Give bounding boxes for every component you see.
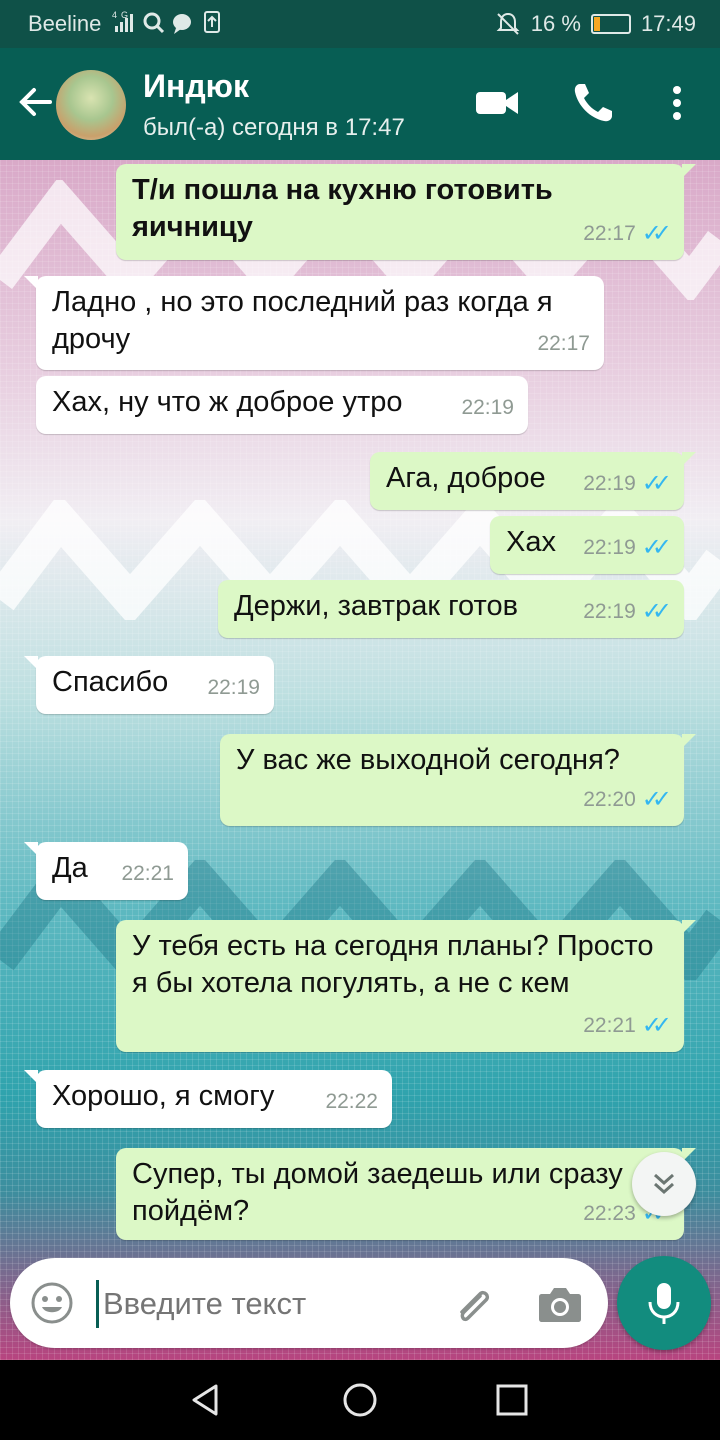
message-time: 22:22 [325,1090,378,1113]
read-receipt-icon: ✓✓ [641,786,672,813]
message-text: Ладно , но это последний раз когда я дро… [52,286,553,355]
message-text: Спасибо [52,666,169,698]
read-receipt-icon: ✓✓ [641,534,672,561]
message-bubble[interactable]: Хах 22:19 ✓✓ [490,516,684,574]
double-chevron-down-icon [654,1173,674,1195]
message-time: 22:19 [207,676,260,699]
read-receipt-icon: ✓✓ [641,220,672,247]
more-vert-icon[interactable] [652,78,702,128]
phone-icon[interactable] [568,78,618,128]
message-text: Да [52,852,88,884]
battery-icon [590,14,631,34]
camera-icon[interactable] [536,1282,584,1326]
message-time: 22:21 [121,862,174,885]
message-time: 22:19 [583,536,636,559]
message-bubble[interactable]: Ладно , но это последний раз когда я дро… [24,276,604,370]
clock: 17:49 [640,11,696,36]
last-seen-status: был(-а) сегодня в 17:47 [143,114,405,141]
read-receipt-icon: ✓✓ [641,470,672,497]
message-time: 22:20 [583,788,636,811]
message-text: Держи, завтрак готов [234,590,519,622]
network-type: 4G [112,10,132,20]
message-time: 22:19 [461,396,514,419]
message-bubble[interactable]: Супер, ты домой заедешь или сразу пойдём… [116,1148,696,1240]
message-text: Ага, доброе [386,462,546,494]
message-time: 22:21 [583,1014,636,1037]
message-text: Хорошо, я смогу [52,1080,275,1112]
nav-back-icon[interactable] [186,1380,226,1420]
battery-percent: 16 % [530,11,581,36]
message-bubble[interactable]: Спасибо 22:19 [24,656,274,714]
message-bubble[interactable]: Да 22:21 [24,842,188,900]
message-text: Супер, ты домой заедешь или сразу пойдём… [132,1158,623,1227]
message-bubble[interactable]: Держи, завтрак готов 22:19 ✓✓ [218,580,684,638]
nav-home-icon[interactable] [340,1380,380,1420]
message-time: 22:19 [583,472,636,495]
mute-notifications-icon [496,12,520,35]
signal-icon: 4G [112,8,232,44]
back-arrow-icon[interactable] [14,80,58,124]
message-text: Хах [506,526,556,558]
message-input[interactable] [96,1280,425,1328]
message-composer [10,1258,608,1348]
chat-header: Индюк был(-а) сегодня в 17:47 [0,48,720,160]
read-receipt-icon: ✓✓ [641,598,672,625]
read-receipt-icon: ✓✓ [641,1012,672,1039]
message-time: 22:17 [537,332,590,355]
status-bar: Beeline 4G 16 % 17:49 [0,0,720,48]
microphone-icon [648,1283,680,1324]
message-bubble[interactable]: Т/и пошла на кухню готовить яичницу 22:1… [116,164,696,260]
message-bubble[interactable]: У вас же выходной сегодня? 22:20 ✓✓ [220,734,696,826]
message-text: Хах, ну что ж доброе утро [52,386,403,418]
message-text: Т/и пошла на кухню готовить яичницу [132,174,553,243]
system-nav-bar [0,1360,720,1440]
voice-message-button[interactable] [617,1256,711,1350]
message-bubble[interactable]: У тебя есть на сегодня планы? Просто я б… [116,920,696,1052]
message-bubble[interactable]: Ага, доброе 22:19 ✓✓ [370,452,696,510]
video-call-icon[interactable] [472,78,522,128]
message-time: 22:23 [583,1202,636,1225]
message-bubble[interactable]: Хорошо, я смогу 22:22 [24,1070,392,1128]
contact-avatar[interactable] [56,70,126,140]
message-bubble[interactable]: Хах, ну что ж доброе утро 22:19 [36,376,528,434]
message-text: У тебя есть на сегодня планы? Просто я б… [132,930,654,999]
message-time: 22:17 [583,222,636,245]
carrier-name: Beeline [28,11,102,36]
emoji-icon[interactable] [30,1281,74,1325]
contact-name[interactable]: Индюк [143,68,249,105]
chat-area[interactable]: Т/и пошла на кухню готовить яичницу 22:1… [0,160,720,1360]
nav-recents-icon[interactable] [492,1380,532,1420]
message-text: У вас же выходной сегодня? [236,744,620,776]
attachment-icon[interactable] [450,1282,496,1328]
scroll-to-bottom-button[interactable] [632,1152,696,1216]
message-time: 22:19 [583,600,636,623]
